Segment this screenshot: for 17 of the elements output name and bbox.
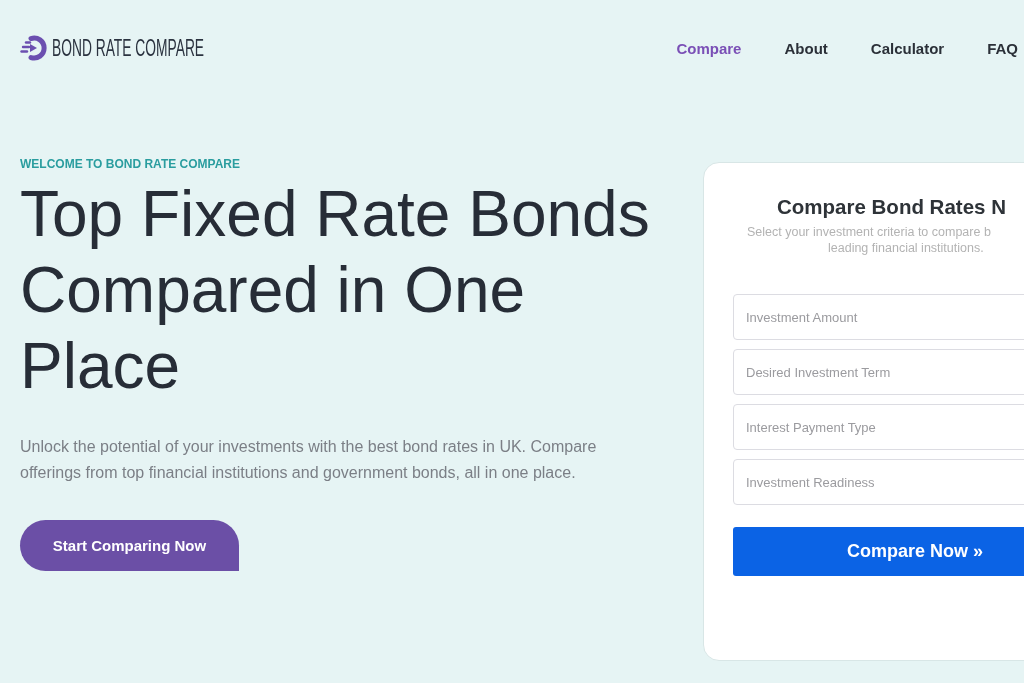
eyebrow-text: WELCOME TO BOND RATE COMPARE (20, 157, 240, 171)
input-field[interactable]: Investment Readiness (733, 459, 1024, 505)
form-subtitle: Select your investment criteria to compare b leading financial institutions. (746, 224, 992, 256)
logo-icon (20, 35, 48, 61)
nav-link[interactable]: About (784, 33, 828, 63)
start-comparing-button[interactable]: Start Comparing Now (20, 520, 239, 571)
nav-link[interactable]: Calculator (870, 33, 945, 63)
hero-heading: Top Fixed Rate Bonds Compared in One Place (20, 177, 651, 404)
hero-description: Unlock the potential of your investments with the best bond rates in UK. Compare offerings from top financial institutions and government bonds, all in one place. (20, 437, 598, 483)
logo-text[interactable]: BOND RATE COMPARE (52, 35, 205, 61)
input-field[interactable]: Interest Payment Type (733, 404, 1024, 450)
form-title: Compare Bond Rates N (777, 194, 1006, 220)
input-field[interactable]: Investment Amount (733, 294, 1024, 340)
nav-link[interactable]: FAQ (987, 33, 1018, 63)
nav-link[interactable]: Compare (676, 33, 742, 63)
input-field[interactable]: Desired Investment Term (733, 349, 1024, 395)
compare-now-button[interactable]: Compare Now » (733, 527, 1024, 576)
